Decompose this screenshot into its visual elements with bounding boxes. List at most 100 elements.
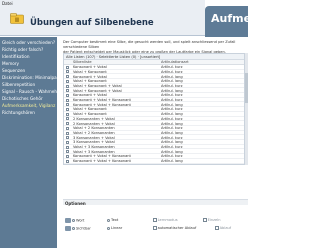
row-articulation: Artikul. lang [161, 88, 183, 93]
sidebar-item-silbenrepetition[interactable]: Silbenrepetition [2, 82, 35, 87]
row-articulation: Artikul. lang [161, 74, 183, 79]
table-row[interactable]: Konsonant + Vokal + Konsonant Artikul. la… [64, 159, 244, 164]
option-ablauf[interactable]: Ablauf [215, 226, 231, 230]
row-articulation: Artikul. kurz [161, 93, 183, 98]
syllable-list: Alle Listen (107) · Selektierte Listen (… [63, 53, 245, 165]
radio-icon [72, 227, 75, 230]
row-articulation: Artikul. kurz [161, 145, 183, 150]
row-syllable-list: Vokal + 2 Konsonanten [73, 130, 115, 135]
row-checkbox[interactable] [66, 98, 69, 102]
title-area: Datei Übungen auf Silbenebene [0, 0, 205, 36]
intro-line-1: Der Computer bestimmt eine Silbe, die ge… [63, 40, 236, 49]
options-header: Optionen [63, 199, 248, 206]
row-articulation: Artikul. lang [161, 112, 183, 117]
option-lernmodus[interactable]: Lernmodus [153, 218, 178, 222]
row-checkbox[interactable] [66, 126, 69, 130]
option-sichtbar[interactable]: Sichtbar [65, 226, 91, 231]
row-syllable-list: Vokal + Konsonant + Vokal [73, 88, 122, 93]
sidebar-item-aufmerksamkeit[interactable]: Aufmerksamkeit, Vigilanz [2, 103, 55, 108]
row-checkbox[interactable] [66, 159, 69, 163]
option-label: automatischer Ablauf [157, 226, 197, 230]
mode-tab: Aufmer [205, 6, 256, 37]
sidebar-item-minimalpaare[interactable]: Diskrimination: Minimalpaare [2, 75, 64, 80]
row-checkbox[interactable] [66, 79, 69, 83]
row-syllable-list: Konsonant + Vokal + Konsonant [73, 102, 131, 107]
row-syllable-list: Vokal + 3 Konsonanten [73, 145, 115, 150]
row-syllable-list: Vokal + Konsonant [73, 112, 107, 117]
row-syllable-list: 2 Konsonanten + Vokal [73, 121, 115, 126]
sidebar: Gleich oder verschieden? Richtig oder fa… [0, 37, 69, 248]
row-checkbox[interactable] [66, 84, 69, 88]
eye-icon [65, 226, 71, 231]
top-bar: Datei Übungen auf Silbenebene Aufmer [0, 0, 256, 37]
row-checkbox[interactable] [66, 65, 69, 69]
row-checkbox[interactable] [66, 112, 69, 116]
row-syllable-list: Konsonant + Vokal + Konsonant [73, 159, 131, 164]
row-articulation: Artikul. kurz [161, 65, 183, 70]
row-checkbox[interactable] [66, 75, 69, 79]
row-checkbox[interactable] [66, 117, 69, 121]
sidebar-item-identifikation[interactable]: Identifikation [2, 54, 30, 59]
sidebar-item-memory[interactable]: Memory [2, 61, 19, 66]
row-articulation: Artikul. lang [161, 140, 183, 145]
row-syllable-list: Vokal + Konsonant [73, 79, 107, 84]
row-syllable-list: Vokal + Konsonant [73, 107, 107, 112]
row-articulation: Artikul. lang [161, 159, 183, 164]
option-automatischer-ablauf[interactable]: automatischer Ablauf [153, 226, 196, 230]
row-articulation: Artikul. lang [161, 130, 183, 135]
row-checkbox[interactable] [66, 93, 69, 97]
option-label: Linear [111, 226, 123, 230]
checkbox-icon [153, 226, 157, 230]
list-header: Alle Listen (107) · Selektierte Listen (… [66, 54, 161, 59]
file-menu[interactable]: Datei [2, 1, 13, 6]
row-syllable-list: Vokal + Konsonant + Vokal [73, 83, 122, 88]
option-label: Wort [76, 218, 85, 223]
column-header-artikulationsart-label: Artikulationsart [161, 60, 189, 65]
sidebar-item-dichotisches-gehoer[interactable]: Dichotisches Gehör [2, 96, 43, 101]
mode-title: Aufmer [211, 12, 257, 25]
radio-icon [107, 218, 110, 222]
row-articulation: Artikul. lang [161, 79, 183, 84]
row-syllable-list: Konsonant + Vokal + Konsonant [73, 154, 131, 159]
row-syllable-list: 3 Konsonanten + Vokal [73, 135, 115, 140]
row-syllable-list: Vokal + 3 Konsonanten [73, 149, 115, 154]
row-checkbox[interactable] [66, 122, 69, 126]
row-syllable-list: 3 Konsonanten + Vokal [73, 140, 115, 145]
row-checkbox[interactable] [66, 155, 69, 159]
row-checkbox[interactable] [66, 145, 69, 149]
row-articulation: Artikul. kurz [161, 126, 183, 131]
row-syllable-list: Konsonant + Vokal [73, 65, 107, 70]
row-checkbox[interactable] [66, 136, 69, 140]
row-checkbox[interactable] [66, 103, 69, 107]
row-checkbox[interactable] [66, 108, 69, 112]
row-syllable-list: 2 Konsonanten + Vokal [73, 116, 115, 121]
checkbox-icon [153, 218, 157, 222]
checkbox-icon [215, 226, 219, 230]
row-syllable-list: Vokal + Konsonant [73, 69, 107, 74]
list-scrollbar[interactable] [245, 53, 248, 165]
sidebar-item-richtungshoeren[interactable]: Richtungshören [2, 110, 35, 115]
row-checkbox[interactable] [66, 70, 69, 74]
row-syllable-list: Vokal + 2 Konsonanten [73, 126, 115, 131]
row-checkbox[interactable] [66, 89, 69, 93]
sidebar-item-gleich-oder-verschieden[interactable]: Gleich oder verschieden? [2, 40, 55, 45]
row-articulation: Artikul. kurz [161, 116, 183, 121]
option-wort[interactable]: Wort [65, 218, 84, 223]
row-checkbox[interactable] [66, 131, 69, 135]
sidebar-item-richtig-oder-falsch[interactable]: Richtig oder falsch? [2, 47, 43, 52]
row-checkbox[interactable] [66, 150, 69, 154]
option-linear[interactable]: Linear [107, 226, 122, 230]
option-text[interactable]: Text [107, 218, 118, 222]
sidebar-item-sequenzen[interactable]: Sequenzen [2, 68, 25, 73]
option-label: Einzeln [207, 218, 221, 222]
row-articulation: Artikul. kurz [161, 154, 183, 159]
checkbox-icon [203, 218, 207, 222]
option-label: Lernmodus [157, 218, 178, 222]
row-checkbox[interactable] [66, 140, 69, 144]
row-articulation: Artikul. kurz [161, 83, 183, 88]
option-einzeln[interactable]: Einzeln [203, 218, 221, 222]
row-syllable-list: Konsonant + Vokal [73, 74, 107, 79]
speaker-icon [65, 218, 71, 223]
option-label: Ablauf [219, 226, 232, 230]
list-scrollbar-thumb[interactable] [245, 73, 248, 103]
